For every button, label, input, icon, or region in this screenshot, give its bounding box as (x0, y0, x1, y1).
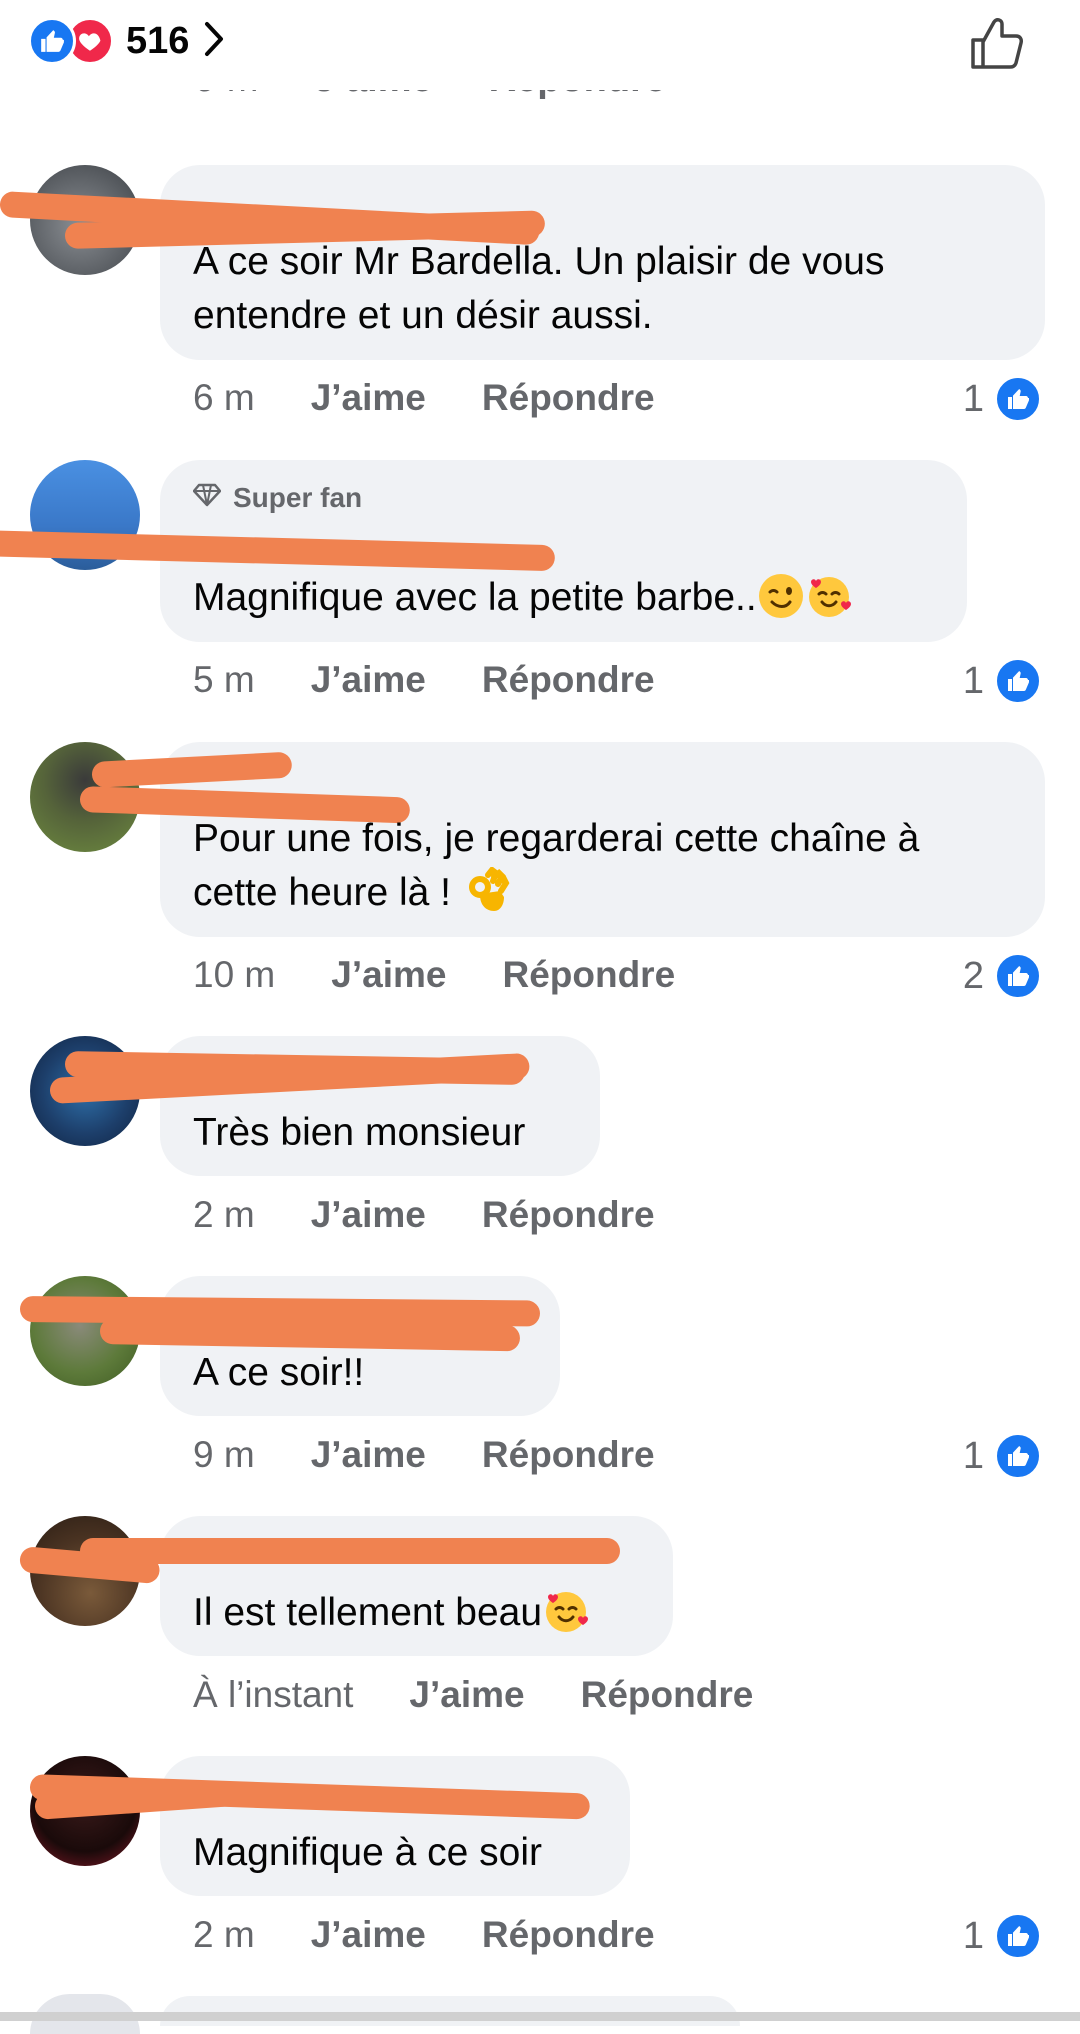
winking-face-icon (757, 572, 805, 620)
diamond-icon (192, 482, 222, 514)
like-reaction-icon (994, 1432, 1042, 1480)
smiling-face-with-hearts-icon (805, 572, 853, 620)
reply-button[interactable]: Répondre (482, 1434, 655, 1476)
like-button[interactable]: J’aime (331, 954, 446, 996)
reactions-summary[interactable]: 516 (28, 17, 225, 65)
comment-bubble: Magnifique à ce soir (29, 1756, 630, 1896)
comment-text: A ce soir Mr Bardella. Un plaisir de vou… (193, 240, 885, 283)
reply-button[interactable]: Répondre (482, 659, 655, 701)
like-button[interactable]: J’aime (311, 1194, 426, 1236)
comment-actions: 2 m J’aime Répondre (193, 1194, 711, 1236)
comment-actions: 9 m J’aime Répondre (193, 1434, 711, 1476)
redacted-author-name (80, 1538, 620, 1564)
like-count-number: 1 (962, 377, 984, 420)
comment-text: Il est tellement beau (193, 1586, 590, 1640)
comment-actions: 10 m J’aime Répondre (193, 954, 731, 996)
chevron-right-icon (203, 20, 225, 63)
thumbs-up-outline-icon[interactable] (968, 14, 1026, 72)
comment-bubble: A ce soir Mr Bardella. Un plaisir de vou… (0, 165, 1045, 360)
comment-time: 2 m (193, 1194, 255, 1235)
comment-text: Magnifique à ce soir (193, 1831, 543, 1874)
comment-text-content: Magnifique avec la petite barbe.. (193, 576, 757, 619)
comment-text: cette heure là ! (193, 865, 510, 920)
comment-bubble: A ce soir!! (19, 1276, 560, 1416)
comment-time: 9 m (193, 1434, 255, 1475)
like-button[interactable]: J’aime (311, 377, 426, 419)
reply-button[interactable]: Répondre (502, 954, 675, 996)
navigation-bar (0, 2012, 1080, 2021)
comment-bubble: Super fan Magnifique avec la petite barb… (0, 460, 967, 642)
comment-text: A ce soir!! (193, 1351, 365, 1394)
comment-time: 6 m (193, 377, 255, 418)
super-fan-label: Super fan (233, 482, 363, 513)
like-count[interactable]: 1 (963, 657, 1042, 705)
like-count[interactable]: 1 (963, 1912, 1042, 1960)
like-button[interactable]: J’aime (311, 1434, 426, 1476)
like-count[interactable]: 1 (963, 1432, 1042, 1480)
super-fan-badge: Super fan (192, 482, 363, 514)
comment-time: 5 m (193, 659, 255, 700)
like-count[interactable]: 2 (963, 952, 1042, 1000)
smiling-face-with-hearts-icon (542, 1587, 590, 1635)
comment-actions: 6 m J’aime Répondre (193, 377, 711, 419)
like-count-number: 1 (962, 659, 984, 702)
comment-text-content: Il est tellement beau (193, 1591, 543, 1634)
comment-time: 2 m (193, 1914, 255, 1955)
comment-text-content: cette heure là ! (193, 871, 462, 914)
reply-button[interactable]: Répondre (482, 1194, 655, 1236)
like-count-number: 1 (962, 1434, 984, 1477)
comment-actions: 5 m J’aime Répondre (193, 659, 711, 701)
like-button[interactable]: J’aime (311, 659, 426, 701)
like-count[interactable]: 1 (963, 375, 1042, 423)
like-reaction-icon (994, 375, 1042, 423)
comment-text: entendre et un désir aussi. (193, 294, 653, 337)
like-count-number: 2 (962, 954, 984, 997)
reply-button[interactable]: Répondre (581, 1674, 754, 1716)
like-button[interactable]: J’aime (311, 1914, 426, 1956)
like-reaction-icon (994, 952, 1042, 1000)
comment-text: Magnifique avec la petite barbe.. (193, 571, 853, 625)
comment-time: 10 m (193, 954, 276, 995)
like-count-number: 1 (962, 1914, 984, 1957)
like-reaction-icon (994, 1912, 1042, 1960)
comment-actions: À l’instant J’aime Répondre (193, 1674, 809, 1716)
comment-time: À l’instant (193, 1674, 354, 1715)
like-button[interactable]: J’aime (409, 1674, 524, 1716)
like-reaction-icon (28, 17, 76, 65)
reply-button[interactable]: Répondre (482, 377, 655, 419)
comment-bubble: Pour une fois, je regarderai cette chaîn… (79, 742, 1045, 937)
like-reaction-icon (994, 657, 1042, 705)
reply-button[interactable]: Répondre (482, 1914, 655, 1956)
comment-bubble: Très bien monsieur (49, 1036, 600, 1176)
comment-text: Très bien monsieur (193, 1111, 526, 1154)
comment-actions: 2 m J’aime Répondre (193, 1914, 711, 1956)
comment-bubble (160, 1996, 740, 2026)
comment-bubble: Il est tellement beau (18, 1516, 673, 1656)
reaction-count: 516 (126, 19, 190, 62)
ok-hand-icon (462, 865, 510, 915)
comment-text: Pour une fois, je regarderai cette chaîn… (193, 817, 920, 860)
reactions-header: 516 (0, 0, 1080, 90)
